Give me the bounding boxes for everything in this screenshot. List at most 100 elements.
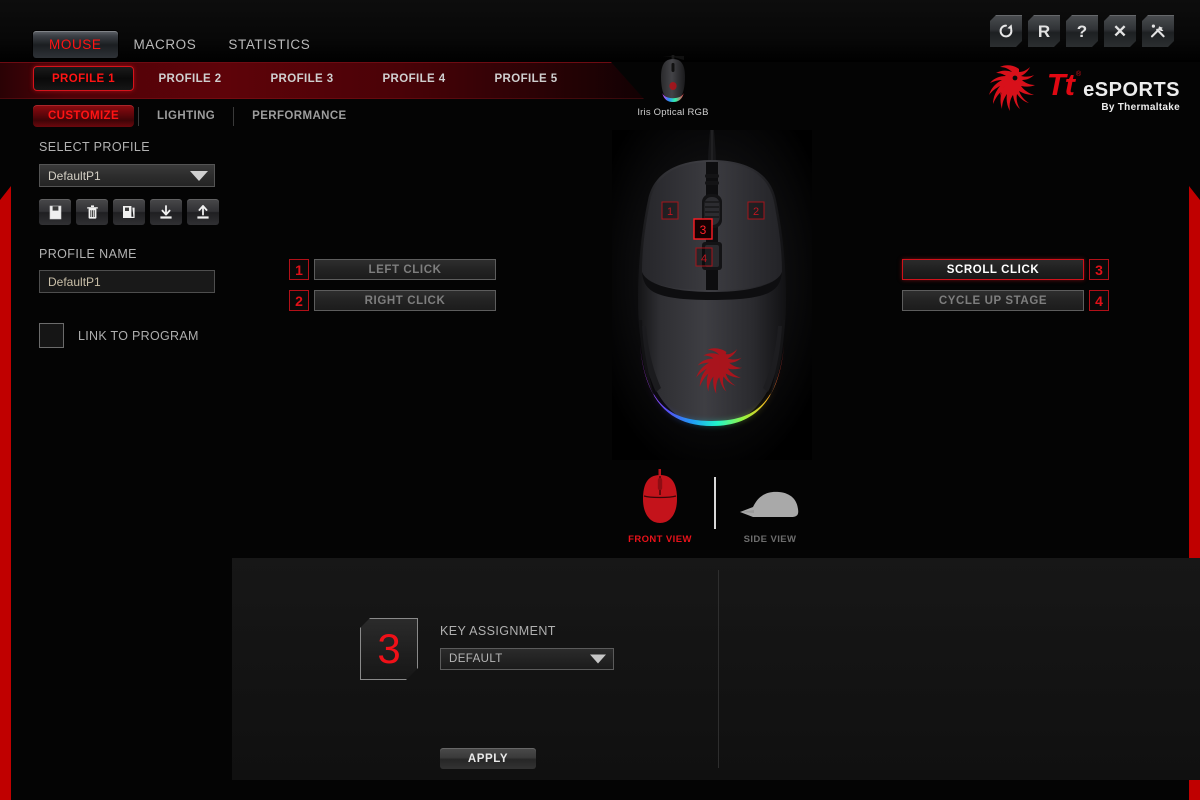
profile-tab-3-label: PROFILE 3 (270, 72, 334, 85)
key-button-left-click-label: LEFT CLICK (368, 263, 442, 276)
key-number-3: 3 (1089, 259, 1109, 280)
profile-tab-2[interactable]: PROFILE 2 (134, 66, 246, 91)
upload-icon (197, 204, 209, 219)
sub-tab-bar: CUSTOMIZE LIGHTING PERFORMANCE (33, 105, 361, 127)
refresh-icon (998, 23, 1014, 39)
close-x-icon: ✕ (1112, 21, 1128, 41)
key-row-1: 1 LEFT CLICK (289, 259, 496, 280)
key-button-cycle-up-stage[interactable]: CYCLE UP STAGE (902, 290, 1084, 311)
key-buttons-left: 1 LEFT CLICK 2 RIGHT CLICK (289, 259, 496, 321)
profile-tab-5-label: PROFILE 5 (494, 72, 558, 85)
tt-dragon-icon (988, 65, 1035, 111)
tab-macros[interactable]: MACROS (118, 31, 213, 58)
key-button-right-click-label: RIGHT CLICK (364, 294, 446, 307)
select-profile-label: SELECT PROFILE (39, 140, 150, 154)
tab-mouse[interactable]: MOUSE (33, 31, 118, 58)
key-assignment-dropdown[interactable]: DEFAULT (440, 648, 614, 670)
profile-tab-bar: PROFILE 1 PROFILE 2 PROFILE 3 PROFILE 4 … (33, 66, 582, 91)
refresh-button[interactable] (990, 15, 1022, 47)
window-controls: R ? ✕ (990, 15, 1174, 47)
brand-logo: Tt ® eSPORTS By Thermaltake (975, 62, 1180, 120)
mouse-top-view-image: 1 2 3 4 (612, 130, 812, 460)
side-view-option[interactable]: SIDE VIEW (722, 485, 818, 545)
close-button[interactable]: ✕ (1104, 15, 1136, 47)
svg-text:1: 1 (667, 206, 673, 218)
panel-divider (718, 570, 719, 768)
selected-key-badge: 3 (360, 618, 418, 680)
key-button-left-click[interactable]: LEFT CLICK (314, 259, 496, 280)
save-profile-button[interactable] (39, 199, 71, 225)
save-disk-icon (49, 205, 61, 219)
copy-profile-button[interactable] (113, 199, 145, 225)
subtab-performance-label: PERFORMANCE (252, 110, 347, 122)
mouse-preview: 1 2 3 4 (612, 130, 812, 460)
apply-button[interactable]: APPLY (440, 748, 536, 769)
brand-tt-label: Tt (1046, 67, 1075, 102)
link-to-program-checkbox[interactable] (39, 323, 64, 348)
key-button-scroll-click[interactable]: SCROLL CLICK (902, 259, 1084, 280)
profile-tab-1[interactable]: PROFILE 1 (33, 66, 134, 91)
subtab-divider-1 (138, 106, 139, 126)
key-assignment-panel: 3 KEY ASSIGNMENT DEFAULT APPLY (232, 558, 1200, 780)
tab-statistics[interactable]: STATISTICS (212, 31, 326, 58)
download-icon (160, 204, 172, 219)
key-assignment-value: DEFAULT (449, 653, 503, 665)
front-view-option[interactable]: FRONT VIEW (612, 469, 708, 545)
help-button[interactable]: ? (1066, 15, 1098, 47)
side-view-label: SIDE VIEW (743, 534, 797, 545)
profile-name-label: PROFILE NAME (39, 247, 137, 261)
profile-tab-5[interactable]: PROFILE 5 (470, 66, 582, 91)
delete-profile-button[interactable] (76, 199, 108, 225)
tools-button[interactable] (1142, 15, 1174, 47)
profile-tab-3[interactable]: PROFILE 3 (246, 66, 358, 91)
brand-sub-label: By Thermaltake (1101, 102, 1180, 113)
subtab-customize[interactable]: CUSTOMIZE (33, 105, 134, 127)
svg-text:3: 3 (700, 223, 707, 237)
svg-text:4: 4 (701, 253, 707, 265)
device-badge[interactable]: Iris Optical RGB (637, 55, 709, 118)
apply-button-label: APPLY (467, 752, 509, 765)
wrench-icon (1149, 22, 1167, 40)
key-row-3: SCROLL CLICK 3 (902, 259, 1109, 280)
key-button-scroll-click-label: SCROLL CLICK (946, 263, 1040, 276)
select-profile-dropdown[interactable]: DefaultP1 (39, 164, 215, 187)
profile-tool-buttons (39, 199, 299, 225)
reset-r-icon: R (1037, 21, 1051, 41)
subtab-performance[interactable]: PERFORMANCE (238, 105, 361, 127)
key-button-right-click[interactable]: RIGHT CLICK (314, 290, 496, 311)
device-mouse-icon (659, 55, 687, 105)
link-to-program-row: LINK TO PROGRAM (39, 323, 299, 348)
side-view-icon (740, 491, 799, 517)
reset-button[interactable]: R (1028, 15, 1060, 47)
profile-tab-2-label: PROFILE 2 (158, 72, 222, 85)
chevron-down-icon (590, 654, 606, 664)
tab-macros-label: MACROS (133, 37, 197, 52)
profile-name-value: DefaultP1 (48, 274, 101, 289)
profile-tab-4[interactable]: PROFILE 4 (358, 66, 470, 91)
key-row-2: 2 RIGHT CLICK (289, 290, 496, 311)
view-divider (714, 477, 716, 529)
device-name-label: Iris Optical RGB (637, 107, 709, 118)
tab-statistics-label: STATISTICS (228, 37, 311, 52)
link-to-program-label: LINK TO PROGRAM (78, 328, 199, 343)
key-number-1: 1 (289, 259, 309, 280)
main-tab-bar: MOUSE MACROS STATISTICS (33, 31, 326, 58)
tab-mouse-label: MOUSE (49, 37, 102, 52)
svg-text:2: 2 (753, 206, 759, 218)
subtab-lighting[interactable]: LIGHTING (143, 105, 229, 127)
left-red-accent-strip (0, 186, 11, 800)
question-icon: ? (1076, 21, 1088, 41)
app-root: R ? ✕ MOUSE MACROS STATISTICS PROFILE 1 … (0, 0, 1200, 800)
export-profile-button[interactable] (187, 199, 219, 225)
import-profile-button[interactable] (150, 199, 182, 225)
key-number-4: 4 (1089, 290, 1109, 311)
key-assignment-controls: KEY ASSIGNMENT DEFAULT (440, 618, 614, 670)
front-view-icon (643, 469, 677, 523)
key-button-cycle-up-stage-label: CYCLE UP STAGE (938, 294, 1048, 307)
chevron-down-icon (190, 170, 208, 181)
profile-name-input[interactable]: DefaultP1 (39, 270, 215, 293)
subtab-customize-label: CUSTOMIZE (47, 110, 120, 122)
subtab-divider-2 (233, 106, 235, 126)
brand-wordmark: Tt ® eSPORTS By Thermaltake (1047, 69, 1180, 113)
profile-tab-1-label: PROFILE 1 (51, 72, 116, 85)
